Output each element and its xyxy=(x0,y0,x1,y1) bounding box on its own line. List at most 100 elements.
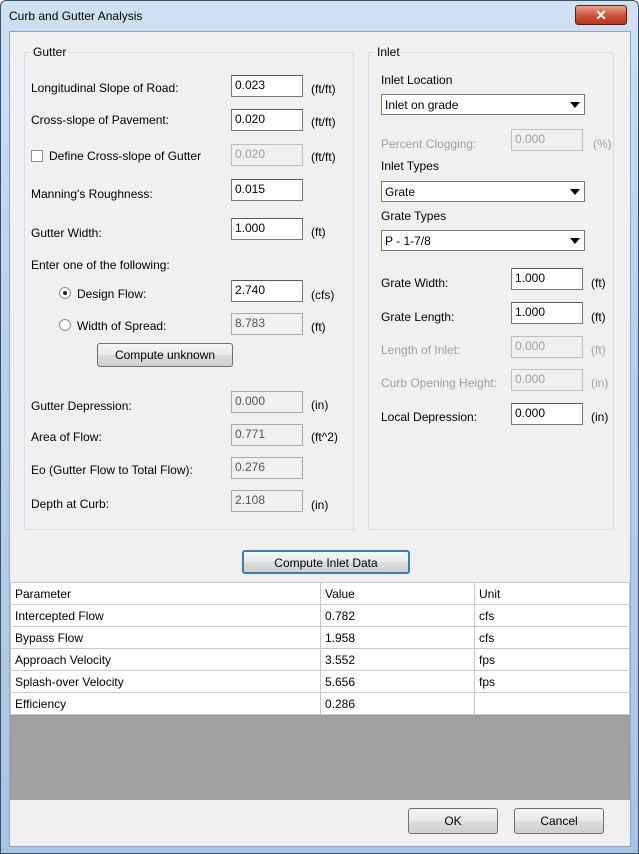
define-cross-slope-label[interactable]: Define Cross-slope of Gutter xyxy=(49,149,201,163)
header-unit[interactable]: Unit xyxy=(474,582,630,605)
clogging-input[interactable]: 0.000 xyxy=(511,129,583,151)
compute-unknown-button[interactable]: Compute unknown xyxy=(97,343,233,367)
compute-inlet-button[interactable]: Compute Inlet Data xyxy=(242,550,410,574)
row-unit: fps xyxy=(474,648,630,671)
long-slope-label: Longitudinal Slope of Road: xyxy=(31,81,179,95)
row-unit: cfs xyxy=(474,604,630,627)
gutter-width-input[interactable]: 1.000 xyxy=(231,218,303,240)
width-spread-unit: (ft) xyxy=(311,320,326,334)
define-cross-slope-checkbox[interactable] xyxy=(31,150,43,162)
inlet-group-label: Inlet xyxy=(375,45,402,59)
inlet-location-select[interactable]: Inlet on grade xyxy=(381,94,585,115)
grate-types-label: Grate Types xyxy=(381,209,447,223)
width-spread-input[interactable]: 8.783 xyxy=(231,313,303,335)
enter-one-label: Enter one of the following: xyxy=(31,258,170,272)
gutter-cross-slope-unit: (ft/ft) xyxy=(311,150,336,164)
dialog-client: Gutter Longitudinal Slope of Road: 0.023… xyxy=(9,31,631,847)
length-inlet-input[interactable]: 0.000 xyxy=(511,336,583,358)
row-parameter: Splash-over Velocity xyxy=(10,670,321,693)
long-slope-unit: (ft/ft) xyxy=(311,82,336,96)
chevron-down-icon xyxy=(566,183,583,200)
row-value: 3.552 xyxy=(320,648,475,671)
inlet-location-value: Inlet on grade xyxy=(385,98,459,112)
curb-height-label: Curb Opening Height: xyxy=(381,376,498,390)
chevron-down-icon xyxy=(566,232,583,249)
gutter-cross-slope-input[interactable]: 0.020 xyxy=(231,144,303,166)
table-row[interactable]: Intercepted Flow 0.782 cfs xyxy=(10,604,630,627)
curb-height-unit: (in) xyxy=(591,376,609,390)
depression-input[interactable]: 0.000 xyxy=(231,391,303,413)
header-value[interactable]: Value xyxy=(320,582,475,605)
table-row[interactable]: Splash-over Velocity 5.656 fps xyxy=(10,670,630,693)
row-unit: cfs xyxy=(474,626,630,649)
close-button[interactable]: ✕ xyxy=(575,5,627,25)
results-header-row: Parameter Value Unit xyxy=(10,582,630,605)
area-flow-input[interactable]: 0.771 xyxy=(231,424,303,446)
clogging-label: Percent Clogging: xyxy=(381,137,477,151)
depth-curb-unit: (in) xyxy=(311,498,329,512)
local-depression-unit: (in) xyxy=(591,410,609,424)
title-bar[interactable]: Curb and Gutter Analysis ✕ xyxy=(1,1,638,31)
grate-types-select[interactable]: P - 1-7/8 xyxy=(381,230,585,251)
depression-unit: (in) xyxy=(311,398,329,412)
header-parameter[interactable]: Parameter xyxy=(10,582,321,605)
eo-input[interactable]: 0.276 xyxy=(231,457,303,479)
grate-width-label: Grate Width: xyxy=(381,276,449,290)
inlet-types-select[interactable]: Grate xyxy=(381,181,585,202)
cross-slope-input[interactable]: 0.020 xyxy=(231,109,303,131)
manning-label: Manning's Roughness: xyxy=(31,187,153,201)
manning-input[interactable]: 0.015 xyxy=(231,179,303,201)
depth-curb-label: Depth at Curb: xyxy=(31,497,110,511)
grate-width-input[interactable]: 1.000 xyxy=(511,268,583,290)
curb-height-input[interactable]: 0.000 xyxy=(511,369,583,391)
local-depression-label: Local Depression: xyxy=(381,410,478,424)
row-value: 1.958 xyxy=(320,626,475,649)
grate-length-input[interactable]: 1.000 xyxy=(511,302,583,324)
design-flow-input[interactable]: 2.740 xyxy=(231,280,303,302)
ok-button[interactable]: OK xyxy=(408,808,498,834)
area-flow-unit: (ft^2) xyxy=(311,430,338,444)
inlet-types-label: Inlet Types xyxy=(381,159,439,173)
length-inlet-label: Length of Inlet: xyxy=(381,343,461,357)
design-flow-radio[interactable] xyxy=(59,287,71,299)
table-row[interactable]: Approach Velocity 3.552 fps xyxy=(10,648,630,671)
inlet-types-value: Grate xyxy=(385,185,416,199)
local-depression-input[interactable]: 0.000 xyxy=(511,403,583,425)
row-value: 0.782 xyxy=(320,604,475,627)
row-parameter: Efficiency xyxy=(10,692,321,715)
grate-length-unit: (ft) xyxy=(591,310,606,324)
width-spread-radio[interactable] xyxy=(59,319,71,331)
depth-curb-input[interactable]: 2.108 xyxy=(231,490,303,512)
clogging-unit: (%) xyxy=(593,137,612,151)
design-flow-unit: (cfs) xyxy=(311,288,335,302)
cross-slope-unit: (ft/ft) xyxy=(311,115,336,129)
gutter-group-label: Gutter xyxy=(31,45,69,59)
width-spread-label[interactable]: Width of Spread: xyxy=(77,319,166,333)
cross-slope-label: Cross-slope of Pavement: xyxy=(31,113,170,127)
row-value: 5.656 xyxy=(320,670,475,693)
row-unit: fps xyxy=(474,670,630,693)
close-icon: ✕ xyxy=(595,7,607,23)
eo-label: Eo (Gutter Flow to Total Flow): xyxy=(31,463,193,477)
gutter-width-unit: (ft) xyxy=(311,225,326,239)
inlet-group: Inlet Inlet Location Inlet on grade Perc… xyxy=(368,45,614,530)
cancel-button[interactable]: Cancel xyxy=(514,808,604,834)
grate-types-value: P - 1-7/8 xyxy=(385,234,431,248)
window-title: Curb and Gutter Analysis xyxy=(9,9,143,23)
design-flow-label[interactable]: Design Flow: xyxy=(77,287,146,301)
row-parameter: Bypass Flow xyxy=(10,626,321,649)
row-parameter: Intercepted Flow xyxy=(10,604,321,627)
area-flow-label: Area of Flow: xyxy=(31,430,102,444)
length-inlet-unit: (ft) xyxy=(591,343,606,357)
depression-label: Gutter Depression: xyxy=(31,399,132,413)
table-row[interactable]: Bypass Flow 1.958 cfs xyxy=(10,626,630,649)
results-table[interactable]: Parameter Value Unit Intercepted Flow 0.… xyxy=(10,582,630,715)
dialog-window: Curb and Gutter Analysis ✕ Gutter Longit… xyxy=(0,0,639,854)
grate-width-unit: (ft) xyxy=(591,276,606,290)
table-row[interactable]: Efficiency 0.286 xyxy=(10,692,630,715)
row-value: 0.286 xyxy=(320,692,475,715)
gutter-width-label: Gutter Width: xyxy=(31,226,102,240)
long-slope-input[interactable]: 0.023 xyxy=(231,75,303,97)
inlet-location-label: Inlet Location xyxy=(381,73,453,87)
row-parameter: Approach Velocity xyxy=(10,648,321,671)
